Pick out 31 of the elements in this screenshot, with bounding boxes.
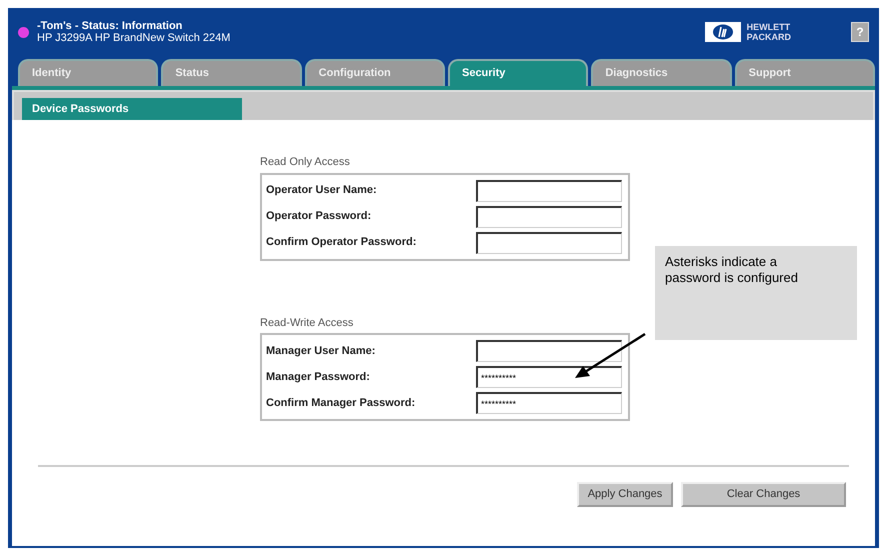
device-name: HP J3299A HP BrandNew Switch 224M — [37, 32, 230, 44]
input-field[interactable] — [476, 206, 622, 228]
field-label: Manager Password: — [266, 370, 371, 385]
tab[interactable]: Configuration — [304, 59, 445, 86]
input-field[interactable]: ********** — [476, 392, 622, 414]
group-label: Read-Write Access — [260, 316, 354, 330]
tab[interactable]: Status — [161, 59, 302, 86]
status-dot-icon — [18, 26, 29, 38]
section-title: Device Passwords — [22, 98, 242, 120]
group-label: Read Only Access — [260, 155, 351, 170]
field-label: Operator Password: — [266, 209, 372, 224]
field-label: Confirm Manager Password: — [266, 396, 416, 411]
arrow — [575, 332, 646, 378]
callout-note: Asterisks indicate a password is configured — [655, 246, 857, 340]
input-field[interactable] — [476, 232, 622, 254]
tab[interactable]: Identity — [18, 59, 158, 86]
input-field[interactable] — [476, 340, 622, 362]
input-field[interactable] — [476, 180, 622, 202]
logo-icon — [704, 22, 741, 42]
logo-text: HEWLETT PACKARD — [746, 22, 791, 42]
tab[interactable]: Support — [734, 59, 875, 86]
tab[interactable]: Security — [448, 59, 588, 86]
window-title: -Tom's - Status: Information — [37, 20, 184, 32]
help-button[interactable]: ? — [851, 22, 869, 42]
field-label: Confirm Operator Password: — [266, 235, 418, 250]
clear-button[interactable]: Clear Changes — [681, 482, 846, 507]
field-label: Operator User Name: — [266, 183, 378, 198]
input-field[interactable]: ********** — [476, 366, 622, 388]
apply-button[interactable]: Apply Changes — [577, 482, 673, 507]
tab[interactable]: Diagnostics — [591, 59, 732, 86]
field-label: Manager User Name: — [266, 344, 376, 359]
